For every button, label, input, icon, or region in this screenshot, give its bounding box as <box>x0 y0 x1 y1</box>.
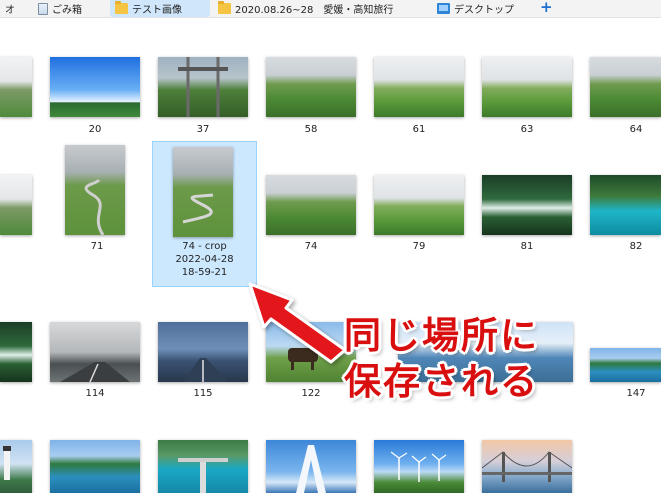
pointer-arrow-icon <box>248 282 347 364</box>
annotation-line-1: 同じ場所に <box>344 314 539 357</box>
annotation-line-2: 保存される <box>344 360 539 403</box>
annotation-label: 同じ場所に 保存される <box>344 313 539 405</box>
